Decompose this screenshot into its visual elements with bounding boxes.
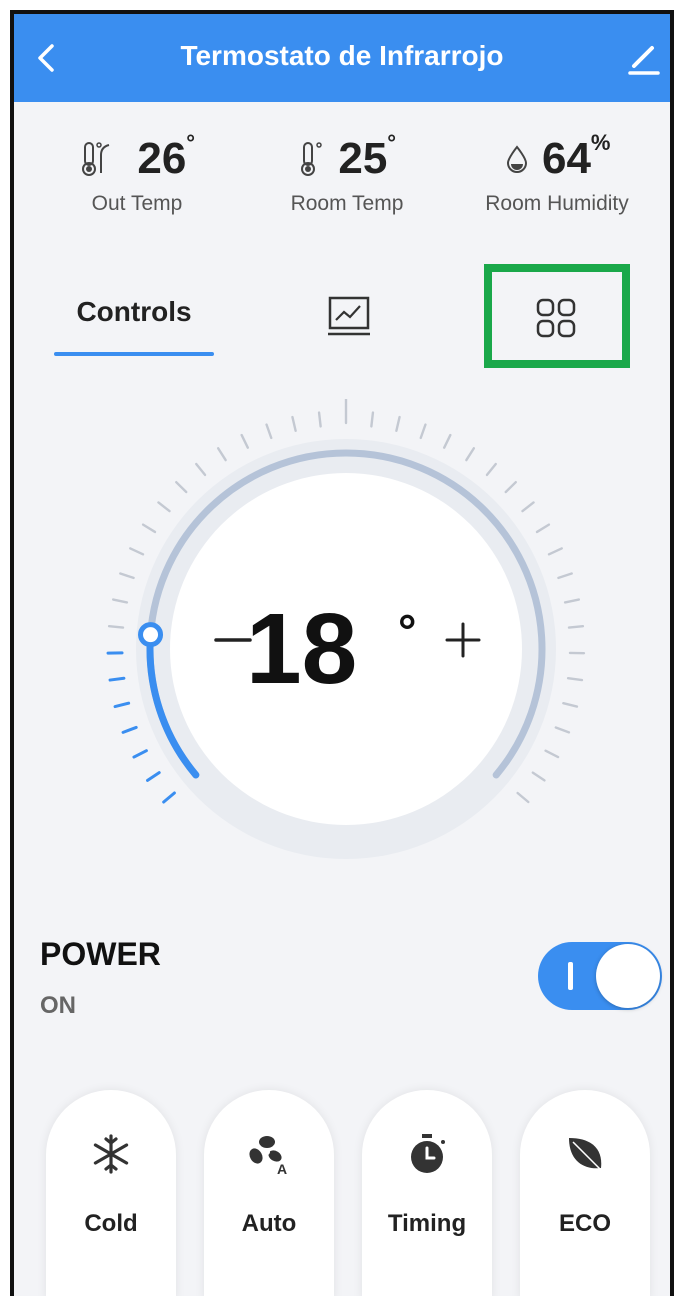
- out-temp-stat: 26° Out Temp: [32, 130, 242, 216]
- dial-tick: [195, 462, 207, 477]
- dial-tick: [567, 624, 585, 629]
- leaf-icon: [569, 1138, 604, 1173]
- increase-temp-button[interactable]: [442, 619, 484, 661]
- dial-tick: [531, 771, 546, 782]
- dial-tick: [554, 726, 571, 734]
- room-humidity-value: 64: [541, 134, 591, 183]
- room-humidity-label: Room Humidity: [485, 192, 629, 215]
- dial-tick: [175, 480, 188, 494]
- dial-tick: [146, 771, 161, 782]
- dial-tick: [516, 791, 530, 804]
- room-temp-unit: °: [387, 130, 397, 155]
- dial-tick: [291, 415, 297, 432]
- highlight-box: [484, 264, 630, 368]
- dial-tick: [547, 547, 563, 556]
- dial-tick: [395, 415, 401, 432]
- room-humidity-stat: 64% Room Humidity: [452, 130, 662, 216]
- out-temp-value: 26: [137, 134, 187, 183]
- power-state: ON: [40, 992, 76, 1019]
- room-temp-stat: 25° Room Temp: [242, 130, 452, 216]
- out-temp-unit: °: [186, 130, 196, 155]
- dial-tick: [112, 598, 129, 604]
- dial-tick: [141, 523, 157, 534]
- mode-timing-label: Timing: [387, 1210, 467, 1237]
- dial-tick: [216, 447, 227, 462]
- dial-tick: [521, 501, 535, 513]
- mode-auto-button[interactable]: A Auto: [204, 1090, 334, 1296]
- edit-pencil-icon[interactable]: [624, 38, 664, 78]
- page-title: Termostato de Infrarrojo: [180, 40, 504, 71]
- fan-auto-icon: A: [249, 1136, 287, 1176]
- dial-tick: [485, 462, 497, 477]
- dial-tick: [563, 598, 580, 604]
- mode-eco-label: ECO: [558, 1210, 611, 1237]
- dial-tick: [107, 624, 125, 629]
- dial-tick: [162, 791, 176, 804]
- chart-tab-icon[interactable]: [326, 294, 372, 340]
- dial-tick: [504, 480, 517, 494]
- dial-tick: [544, 749, 560, 759]
- dial-tick: [442, 433, 452, 449]
- dial-handle[interactable]: [138, 622, 164, 648]
- power-toggle[interactable]: [538, 942, 662, 1010]
- dial-tick: [265, 423, 273, 440]
- dial-tick: [566, 677, 584, 682]
- out-temp-label: Out Temp: [91, 192, 183, 215]
- power-label: POWER: [40, 936, 161, 972]
- dial-tick: [119, 572, 135, 580]
- mode-timing-button[interactable]: Timing: [362, 1090, 492, 1296]
- dial-tick: [121, 725, 138, 734]
- toggle-on-mark: [568, 962, 573, 990]
- dial-tick: [535, 523, 551, 534]
- dial-tick: [132, 749, 148, 759]
- thermometer-icon: [300, 142, 322, 176]
- snowflake-icon: [93, 1134, 129, 1174]
- svg-text:A: A: [277, 1161, 287, 1176]
- header-bar: Termostato de Infrarrojo: [14, 14, 670, 102]
- dial-tick: [370, 411, 375, 428]
- water-drop-icon: [506, 145, 527, 173]
- room-humidity-unit: %: [590, 130, 611, 155]
- mode-eco-button[interactable]: ECO: [520, 1090, 650, 1296]
- setpoint-temp-value: 18: [246, 593, 358, 705]
- dial-tick: [317, 411, 322, 428]
- dial-tick: [129, 547, 145, 556]
- mode-cold-button[interactable]: Cold: [46, 1090, 176, 1296]
- dial-tick: [562, 701, 579, 708]
- tab-controls[interactable]: Controls: [54, 296, 214, 328]
- dial-tick: [240, 433, 250, 449]
- dial-tick: [465, 447, 476, 462]
- mode-cold-label: Cold: [84, 1210, 138, 1237]
- dial-tick: [108, 676, 126, 682]
- dial-tick: [157, 501, 171, 513]
- active-tab-indicator: [54, 352, 214, 356]
- dial-tick: [113, 701, 131, 709]
- toggle-knob: [596, 944, 660, 1008]
- dial-tick: [419, 423, 427, 440]
- setpoint-temp-unit: °: [398, 605, 417, 657]
- room-temp-value: 25: [338, 134, 388, 183]
- dial-tick: [557, 572, 573, 580]
- mode-auto-label: Auto: [241, 1210, 297, 1237]
- app-screen: Termostato de Infrarrojo 26° Out Temp 25…: [10, 10, 674, 1296]
- room-temp-label: Room Temp: [290, 192, 404, 215]
- timer-icon: [411, 1134, 445, 1173]
- outdoor-thermometer-icon: [81, 142, 110, 176]
